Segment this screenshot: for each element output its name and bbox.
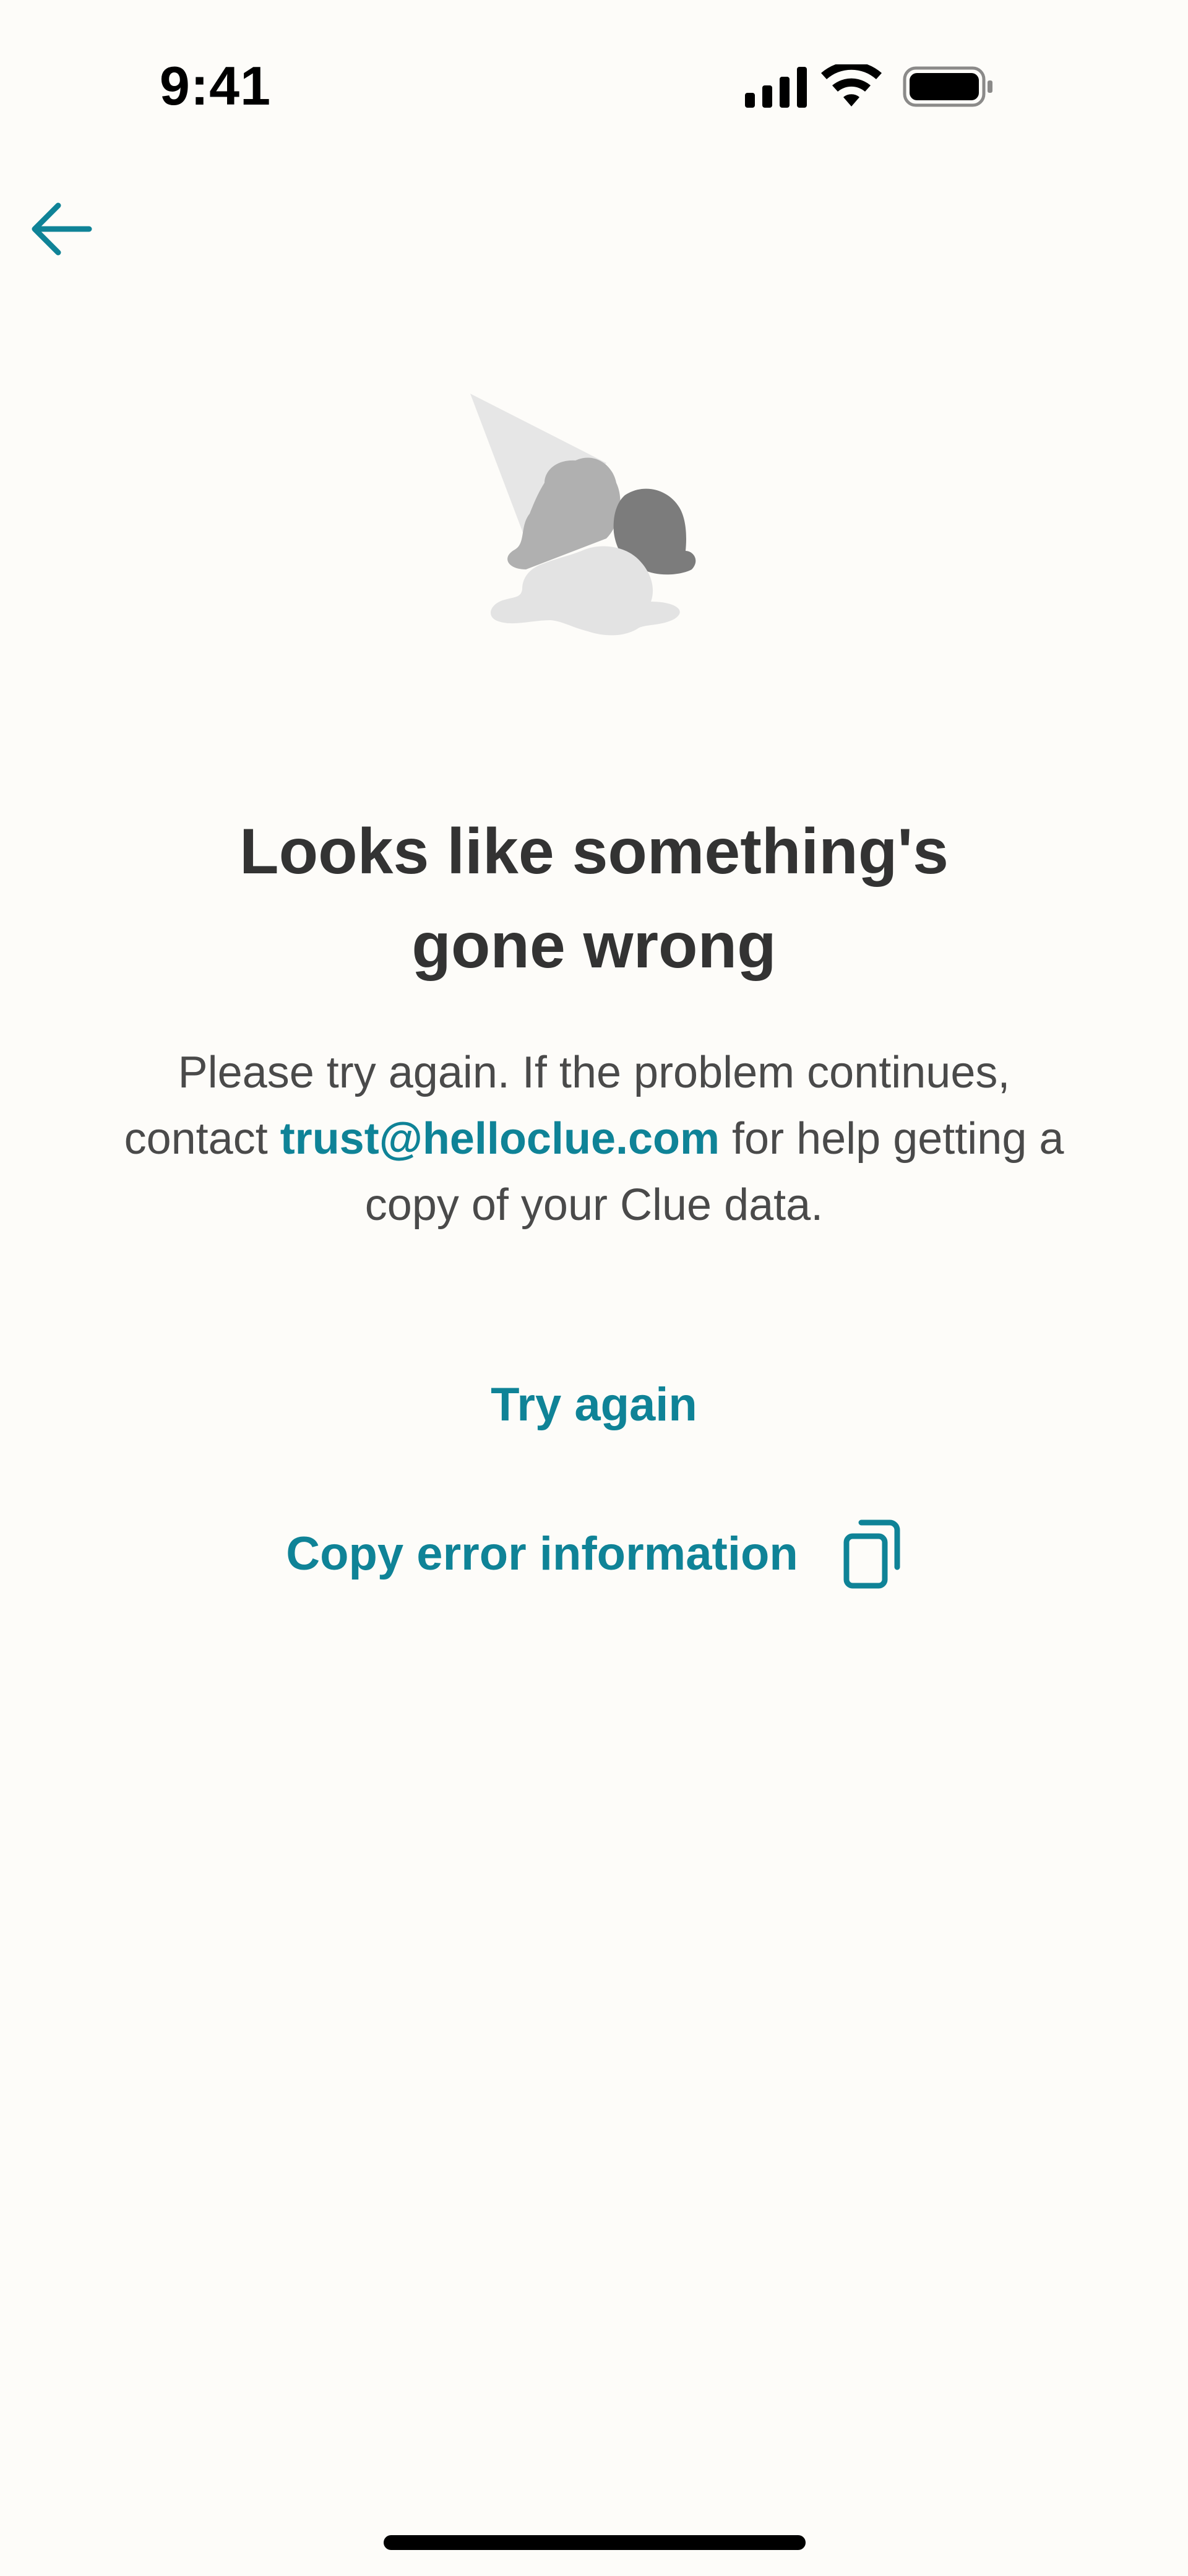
copy-error-information-button[interactable]: Copy error information (272, 1510, 916, 1597)
error-message: Please try again. If the problem continu… (62, 1040, 1126, 1238)
cellular-signal-icon (745, 67, 807, 108)
contact-suffix: for help getting a (720, 1114, 1064, 1164)
status-time: 9:41 (159, 55, 272, 116)
contact-prefix: contact (124, 1114, 280, 1164)
home-indicator (384, 2535, 806, 2550)
arrow-left-icon (32, 202, 92, 256)
support-email-link[interactable]: trust@helloclue.com (280, 1114, 720, 1164)
copy-icon (843, 1519, 900, 1589)
try-again-button[interactable]: Try again (408, 1374, 780, 1436)
copy-error-label: Copy error information (286, 1527, 798, 1580)
error-title-line2: gone wrong (411, 910, 777, 982)
error-message-line2: contact trust@helloclue.com for help get… (62, 1106, 1126, 1172)
error-message-line1: Please try again. If the problem continu… (178, 1048, 1010, 1097)
status-icons (745, 61, 1091, 109)
back-button[interactable] (22, 192, 109, 266)
battery-icon (903, 66, 992, 107)
status-bar: 9:41 (0, 0, 1188, 173)
wifi-icon (821, 61, 882, 106)
error-message-line3: copy of your Clue data. (364, 1180, 824, 1230)
error-title-line1: Looks like something's (239, 816, 949, 888)
dropped-ice-cream-illustration (470, 384, 755, 693)
error-title: Looks like something's gone wrong (99, 805, 1089, 993)
